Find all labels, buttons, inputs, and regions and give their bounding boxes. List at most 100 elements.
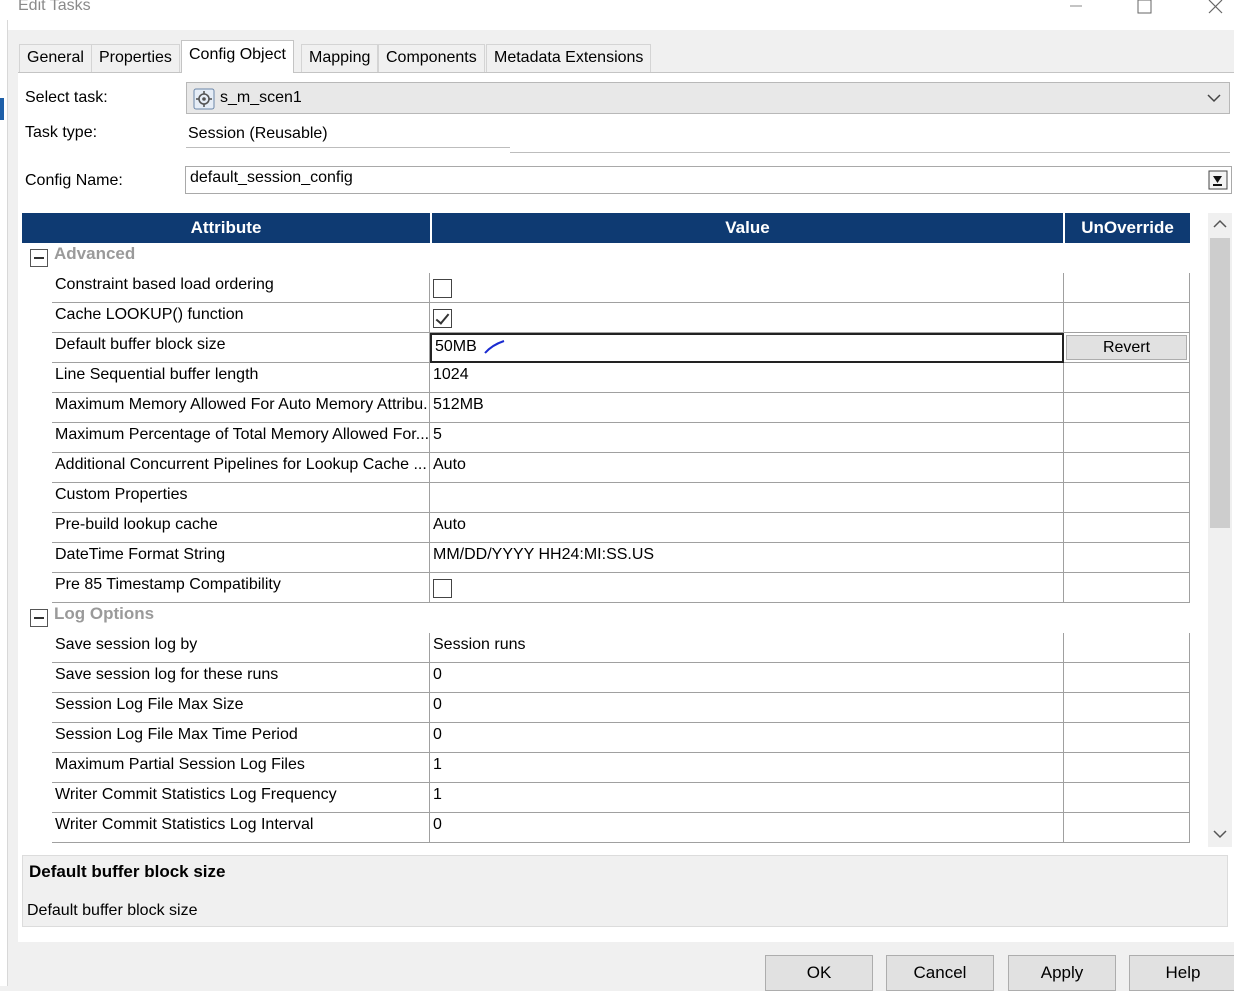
tab-components[interactable]: Components [378, 44, 485, 72]
value-cell[interactable]: Session runs [430, 633, 1064, 663]
attribute-grid: Attribute Value UnOverride Advanced Const… [22, 213, 1190, 843]
dropdown-chevron-icon[interactable] [1205, 89, 1223, 112]
tab-general[interactable]: General [19, 44, 92, 72]
group-row: Advanced [22, 243, 1190, 273]
collapse-icon[interactable] [30, 249, 48, 267]
scrollbar-thumb[interactable] [1210, 238, 1230, 528]
checkbox-unchecked[interactable] [433, 279, 452, 298]
unoverride-cell [1064, 363, 1190, 393]
unoverride-cell [1064, 303, 1190, 333]
value-text: Session runs [433, 636, 526, 653]
table-row[interactable]: Pre 85 Timestamp Compatibility [22, 573, 1190, 603]
value-cell[interactable] [430, 273, 1064, 303]
unoverride-cell [1064, 273, 1190, 303]
minimize-icon[interactable] [1052, 0, 1098, 22]
select-task-dropdown[interactable]: s_m_scen1 [186, 82, 1230, 114]
annotation-tick-mark [484, 340, 505, 354]
value-cell[interactable]: 0 [430, 813, 1064, 843]
value-cell[interactable] [430, 483, 1064, 513]
row-indent [22, 663, 52, 693]
row-indent [22, 513, 52, 543]
config-name-field[interactable]: default_session_config [185, 166, 1232, 194]
tab-metadata-extensions[interactable]: Metadata Extensions [486, 44, 652, 72]
select-task-value: s_m_scen1 [220, 89, 302, 106]
unoverride-cell [1064, 393, 1190, 423]
value-cell[interactable]: 50MB [430, 333, 1064, 363]
tab-properties[interactable]: Properties [91, 44, 180, 72]
close-icon[interactable] [1192, 0, 1234, 22]
checkbox-checked[interactable] [433, 309, 452, 328]
scroll-down-icon[interactable] [1211, 827, 1229, 846]
header-value[interactable]: Value [432, 213, 1065, 243]
tab-config-object[interactable]: Config Object [181, 40, 294, 73]
value-cell[interactable]: 1 [430, 783, 1064, 813]
table-row[interactable]: Custom Properties [22, 483, 1190, 513]
background-window-accent [0, 98, 4, 120]
value-text: 0 [433, 666, 442, 683]
attribute-cell: Line Sequential buffer length [52, 363, 430, 393]
value-cell[interactable]: 0 [430, 723, 1064, 753]
row-indent [22, 693, 52, 723]
description-text: Default buffer block size [27, 902, 198, 919]
unoverride-cell [1064, 543, 1190, 573]
checkbox-unchecked[interactable] [433, 579, 452, 598]
grid-body: Advanced Constraint based load ordering Ca… [22, 243, 1190, 843]
table-row[interactable]: Session Log File Max Time Period 0 [22, 723, 1190, 753]
row-indent [22, 813, 52, 843]
attribute-cell: Additional Concurrent Pipelines for Look… [52, 453, 430, 483]
header-attribute[interactable]: Attribute [22, 213, 432, 243]
table-row[interactable]: DateTime Format String MM/DD/YYYY HH24:MI… [22, 543, 1190, 573]
table-row[interactable]: Maximum Percentage of Total Memory Allow… [22, 423, 1190, 453]
row-indent [22, 453, 52, 483]
config-name-value: default_session_config [190, 169, 353, 186]
table-row[interactable]: Save session log by Session runs [22, 633, 1190, 663]
scroll-up-icon[interactable] [1211, 217, 1229, 236]
table-row[interactable]: Maximum Partial Session Log Files 1 [22, 753, 1190, 783]
table-row[interactable]: Writer Commit Statistics Log Frequency 1 [22, 783, 1190, 813]
value-cell[interactable]: 5 [430, 423, 1064, 453]
table-row[interactable]: Maximum Memory Allowed For Auto Memory A… [22, 393, 1190, 423]
table-row[interactable]: Session Log File Max Size 0 [22, 693, 1190, 723]
table-row[interactable]: Cache LOOKUP() function [22, 303, 1190, 333]
description-panel: Default buffer block size Default buffer… [22, 855, 1228, 927]
table-row[interactable]: Save session log for these runs 0 [22, 663, 1190, 693]
value-cell[interactable]: MM/DD/YYYY HH24:MI:SS.US [430, 543, 1064, 573]
value-cell[interactable]: 0 [430, 663, 1064, 693]
value-cell[interactable]: 1024 [430, 363, 1064, 393]
table-row[interactable]: Pre-build lookup cache Auto [22, 513, 1190, 543]
tab-mapping[interactable]: Mapping [301, 44, 379, 72]
value-cell[interactable]: Auto [430, 513, 1064, 543]
maximize-icon[interactable] [1122, 0, 1168, 22]
row-indent [22, 483, 52, 513]
value-cell[interactable]: 512MB [430, 393, 1064, 423]
background-window-edge [0, 20, 8, 986]
group-label: Advanced [54, 244, 136, 263]
row-indent [22, 573, 52, 603]
value-cell[interactable] [430, 303, 1064, 333]
collapse-icon[interactable] [30, 609, 48, 627]
value-text: 1024 [433, 366, 469, 383]
table-row[interactable]: Constraint based load ordering [22, 273, 1190, 303]
row-indent [22, 723, 52, 753]
attribute-cell: Session Log File Max Size [52, 693, 430, 723]
unoverride-cell [1064, 573, 1190, 603]
config-picker-icon[interactable] [1208, 170, 1228, 195]
table-row[interactable]: Default buffer block size 50MB Revert [22, 333, 1190, 363]
task-type-label: Task type: [25, 124, 98, 141]
unoverride-cell [1064, 483, 1190, 513]
revert-button[interactable]: Revert [1066, 335, 1187, 360]
table-row[interactable]: Additional Concurrent Pipelines for Look… [22, 453, 1190, 483]
value-cell[interactable]: 0 [430, 693, 1064, 723]
unoverride-cell [1064, 753, 1190, 783]
value-cell[interactable] [430, 573, 1064, 603]
value-text: Auto [433, 456, 466, 473]
task-type-field: Session (Reusable) [186, 122, 510, 148]
row-indent [22, 363, 52, 393]
table-row[interactable]: Line Sequential buffer length 1024 [22, 363, 1190, 393]
value-cell[interactable]: Auto [430, 453, 1064, 483]
header-unoverride[interactable]: UnOverride [1065, 213, 1190, 243]
unoverride-cell [1064, 453, 1190, 483]
attribute-cell: Constraint based load ordering [52, 273, 430, 303]
value-cell[interactable]: 1 [430, 753, 1064, 783]
table-row[interactable]: Writer Commit Statistics Log Interval 0 [22, 813, 1190, 843]
